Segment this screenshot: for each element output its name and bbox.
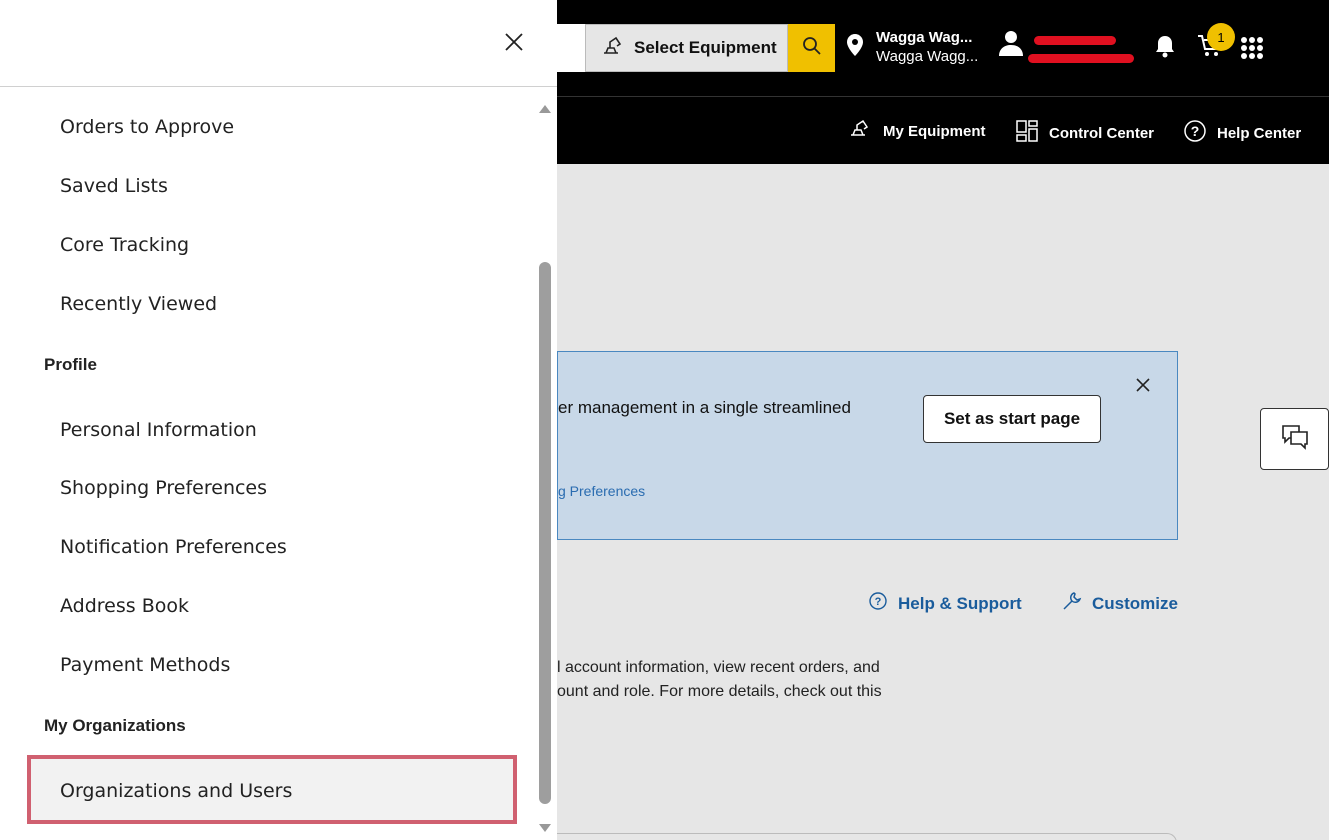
drawer-header [0,0,557,87]
excavator-icon [602,36,624,60]
menu-item-organizations-and-users[interactable]: Organizations and Users [60,780,292,802]
customize-link[interactable]: Customize [1062,591,1178,616]
app-grid-icon [1240,37,1264,64]
svg-text:?: ? [1191,123,1200,139]
redaction-mark [1028,54,1134,63]
start-page-banner: er management in a single streamlined g … [557,351,1178,540]
help-support-link[interactable]: ? Help & Support [868,591,1022,616]
nav-my-equipment[interactable]: My Equipment [849,119,986,143]
search-input[interactable] [557,24,585,72]
account-description: l account information, view recent order… [557,656,937,704]
account-drawer: Orders to Approve Saved Lists Core Track… [0,0,557,840]
svg-text:?: ? [875,596,882,608]
select-equipment-button[interactable]: Select Equipment [585,24,788,72]
menu-item-core-tracking[interactable]: Core Tracking [60,234,189,256]
banner-close-button[interactable] [1136,377,1150,396]
nav-my-equipment-label: My Equipment [883,122,986,140]
nav-control-center[interactable]: Control Center [1015,119,1154,147]
notifications-button[interactable] [1154,34,1176,62]
close-icon [504,32,524,56]
question-circle-icon: ? [1183,119,1207,147]
select-equipment-label: Select Equipment [634,38,777,57]
section-heading-profile: Profile [44,355,97,374]
excavator-icon [849,119,873,143]
bell-icon [1154,36,1176,62]
drawer-scrollbar-thumb[interactable] [539,262,551,804]
content-card-edge [557,833,1177,840]
scroll-down-arrow-icon[interactable] [538,818,552,837]
wrench-icon [1062,591,1082,616]
search-button[interactable] [788,24,835,72]
location-line-2: Wagga Wagg... [876,48,979,65]
scroll-up-arrow-icon[interactable] [538,99,552,118]
location-pin-icon [846,33,864,61]
description-line-1: l account information, view recent order… [557,659,880,676]
close-icon [1136,377,1150,396]
banner-preferences-link[interactable]: g Preferences [558,483,645,499]
question-circle-icon: ? [868,591,888,616]
menu-item-personal-information[interactable]: Personal Information [60,419,257,441]
section-heading-my-organizations: My Organizations [44,716,186,735]
set-start-page-button[interactable]: Set as start page [923,395,1101,443]
user-icon [999,30,1023,60]
menu-item-saved-lists[interactable]: Saved Lists [60,175,168,197]
nav-control-center-label: Control Center [1049,124,1154,142]
search-icon [802,36,822,60]
chat-icon [1280,423,1310,455]
redaction-mark [1034,36,1116,45]
nav-help-center-label: Help Center [1217,124,1302,142]
menu-item-notification-preferences[interactable]: Notification Preferences [60,536,287,558]
menu-item-address-book[interactable]: Address Book [60,595,189,617]
menu-item-orders-to-approve[interactable]: Orders to Approve [60,116,234,138]
menu-item-recently-viewed[interactable]: Recently Viewed [60,293,217,315]
menu-item-shopping-preferences[interactable]: Shopping Preferences [60,477,267,499]
cart-count-badge: 1 [1207,23,1235,51]
nav-help-center[interactable]: ? Help Center [1183,119,1301,147]
location-line-1: Wagga Wag... [876,29,973,46]
dashboard-icon [1015,119,1039,147]
store-location[interactable]: Wagga Wag... Wagga Wagg... [846,28,978,66]
apps-menu-button[interactable] [1240,36,1264,64]
account-menu[interactable] [999,30,1023,60]
drawer-close-button[interactable] [500,30,528,58]
banner-text: er management in a single streamlined [558,398,851,417]
chat-button[interactable] [1260,408,1329,470]
customize-label: Customize [1092,593,1178,613]
menu-item-payment-methods[interactable]: Payment Methods [60,654,230,676]
help-support-label: Help & Support [898,593,1022,613]
description-line-2: ount and role. For more details, check o… [557,683,882,700]
